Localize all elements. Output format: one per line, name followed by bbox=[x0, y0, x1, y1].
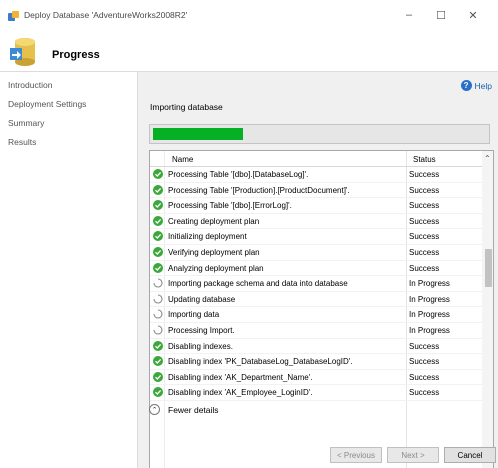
row-name: Initializing deployment bbox=[168, 232, 247, 242]
row-name: Importing data bbox=[168, 310, 220, 320]
row-name: Processing Table '[dbo].[ErrorLog]'. bbox=[168, 201, 292, 211]
fewer-details-toggle[interactable]: ⌃ Fewer details bbox=[149, 404, 219, 415]
row-status: In Progress bbox=[409, 294, 450, 304]
table-row[interactable]: Disabling index 'AK_Employee_LoginID'. Su… bbox=[150, 385, 482, 401]
table-row[interactable]: Processing Table '[dbo].[DatabaseLog]'. S… bbox=[150, 167, 482, 183]
table-row[interactable]: Processing Import. In Progress bbox=[150, 323, 482, 339]
table-row[interactable]: Importing data In Progress bbox=[150, 307, 482, 323]
row-status: In Progress bbox=[409, 279, 450, 289]
table-row[interactable]: Initializing deployment Success bbox=[150, 229, 482, 245]
success-check-icon bbox=[153, 246, 163, 257]
app-icon bbox=[8, 11, 19, 22]
wizard-header: Progress bbox=[0, 30, 498, 72]
wizard-footer: < Previous Next > Cancel bbox=[330, 447, 496, 463]
database-deploy-icon bbox=[10, 34, 36, 68]
table-row[interactable]: Analyzing deployment plan Success bbox=[150, 261, 482, 277]
column-header-status[interactable]: Status bbox=[413, 155, 436, 164]
row-name: Processing Table '[Production].[ProductD… bbox=[168, 185, 350, 195]
collapse-icon: ⌃ bbox=[149, 404, 160, 415]
in-progress-spinner-icon bbox=[153, 325, 163, 335]
row-name: Creating deployment plan bbox=[168, 216, 260, 226]
row-name: Analyzing deployment plan bbox=[168, 263, 264, 273]
nav-item-results[interactable]: Results bbox=[8, 137, 36, 147]
row-status: In Progress bbox=[409, 325, 450, 335]
row-name: Updating database bbox=[168, 294, 236, 304]
table-row[interactable]: Verifying deployment plan Success bbox=[150, 245, 482, 261]
next-button[interactable]: Next > bbox=[387, 447, 439, 463]
in-progress-spinner-icon bbox=[153, 309, 163, 319]
table-header: Name Status bbox=[150, 151, 482, 167]
nav-item-introduction[interactable]: Introduction bbox=[8, 80, 52, 90]
status-label: Importing database bbox=[150, 102, 223, 112]
fewer-details-label: Fewer details bbox=[168, 404, 219, 415]
table-row[interactable]: Disabling indexes. Success bbox=[150, 339, 482, 355]
close-button[interactable]: ✕ bbox=[460, 5, 486, 25]
success-check-icon bbox=[153, 200, 163, 211]
scroll-thumb[interactable] bbox=[485, 249, 492, 287]
row-status: Success bbox=[409, 247, 440, 257]
row-name: Processing Import. bbox=[168, 325, 235, 335]
success-check-icon bbox=[153, 169, 163, 179]
success-check-icon bbox=[153, 215, 163, 226]
help-link[interactable]: ? Help bbox=[460, 80, 492, 91]
success-check-icon bbox=[153, 262, 163, 273]
main-panel: ? Help Importing database Name Status Pr… bbox=[137, 72, 498, 468]
nav-item-deployment-settings[interactable]: Deployment Settings bbox=[8, 99, 86, 109]
success-check-icon bbox=[153, 387, 163, 398]
row-status: Success bbox=[409, 388, 440, 398]
success-check-icon bbox=[153, 231, 163, 242]
row-status: Success bbox=[409, 263, 440, 273]
row-name: Disabling index 'PK_DatabaseLog_Database… bbox=[168, 357, 353, 367]
table-row[interactable]: Creating deployment plan Success bbox=[150, 214, 482, 230]
vertical-scrollbar[interactable]: ⌃ ⌄ bbox=[482, 151, 493, 468]
in-progress-spinner-icon bbox=[153, 294, 163, 304]
row-name: Verifying deployment plan bbox=[168, 247, 260, 257]
cancel-button[interactable]: Cancel bbox=[444, 447, 496, 463]
row-status: Success bbox=[409, 232, 440, 242]
row-status: Success bbox=[409, 185, 440, 195]
in-progress-spinner-icon bbox=[153, 278, 163, 288]
row-status: In Progress bbox=[409, 310, 450, 320]
row-status: Success bbox=[409, 357, 440, 367]
row-name: Processing Table '[dbo].[DatabaseLog]'. bbox=[168, 170, 309, 179]
wizard-nav: Introduction Deployment Settings Summary… bbox=[0, 72, 137, 468]
row-status: Success bbox=[409, 216, 440, 226]
row-status: Success bbox=[409, 372, 440, 382]
row-status: Success bbox=[409, 341, 440, 351]
row-name: Importing package schema and data into d… bbox=[168, 279, 348, 289]
table-body: Processing Table '[dbo].[DatabaseLog]'. S… bbox=[150, 167, 482, 401]
previous-button[interactable]: < Previous bbox=[330, 447, 382, 463]
progress-bar-fill bbox=[153, 128, 243, 140]
row-status: Success bbox=[409, 170, 440, 179]
row-name: Disabling indexes. bbox=[168, 341, 233, 351]
table-row[interactable]: Processing Table '[Production].[ProductD… bbox=[150, 183, 482, 199]
help-label: Help bbox=[474, 80, 492, 91]
maximize-button[interactable]: ☐ bbox=[428, 5, 454, 25]
table-row[interactable]: Disabling index 'PK_DatabaseLog_Database… bbox=[150, 354, 482, 370]
success-check-icon bbox=[153, 356, 163, 367]
table-row[interactable]: Disabling index 'AK_Department_Name'. Suc… bbox=[150, 370, 482, 386]
column-header-name[interactable]: Name bbox=[172, 155, 193, 164]
row-status: Success bbox=[409, 201, 440, 211]
row-name: Disabling index 'AK_Department_Name'. bbox=[168, 372, 313, 382]
window-title: Deploy Database 'AdventureWorks2008R2' bbox=[24, 10, 188, 20]
nav-item-summary[interactable]: Summary bbox=[8, 118, 44, 128]
table-row[interactable]: Processing Table '[dbo].[ErrorLog]'. Succ… bbox=[150, 198, 482, 214]
page-title: Progress bbox=[52, 49, 100, 61]
success-check-icon bbox=[153, 340, 163, 351]
table-row[interactable]: Updating database In Progress bbox=[150, 292, 482, 308]
table-row[interactable]: Importing package schema and data into d… bbox=[150, 276, 482, 292]
help-icon: ? bbox=[460, 80, 472, 91]
row-name: Disabling index 'AK_Employee_LoginID'. bbox=[168, 388, 313, 398]
success-check-icon bbox=[153, 184, 163, 195]
title-bar: Deploy Database 'AdventureWorks2008R2' –… bbox=[0, 0, 498, 30]
minimize-button[interactable]: – bbox=[396, 5, 422, 25]
success-check-icon bbox=[153, 371, 163, 382]
scroll-up-icon[interactable]: ⌃ bbox=[484, 154, 491, 163]
progress-bar bbox=[149, 124, 490, 144]
progress-table: Name Status Processing Table '[dbo].[Dat… bbox=[149, 150, 494, 468]
